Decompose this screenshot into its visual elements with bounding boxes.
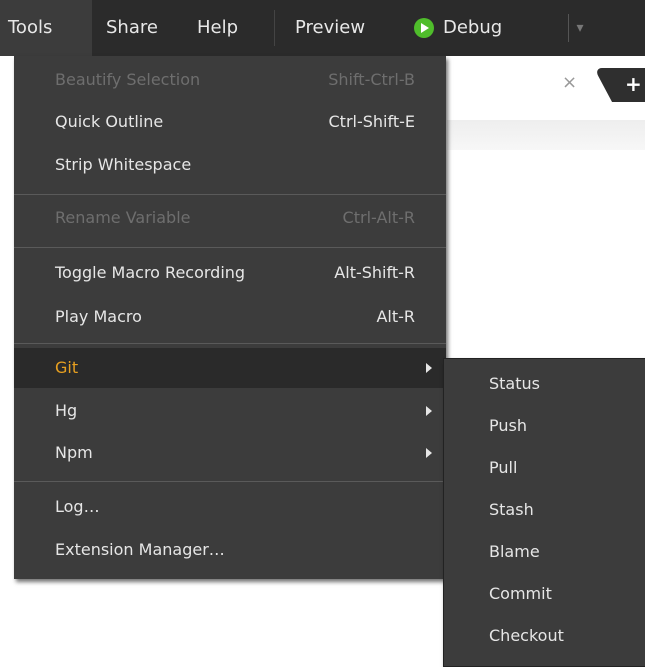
menu-item-npm[interactable]: Npm <box>14 433 446 473</box>
menu-tools[interactable]: Tools <box>0 0 92 56</box>
menu-item-label: Rename Variable <box>55 208 191 227</box>
menu-separator <box>14 343 446 344</box>
submenu-arrow-icon <box>426 363 432 373</box>
menu-item-shortcut: Ctrl-Shift-E <box>328 112 416 131</box>
menu-separator <box>14 247 446 248</box>
menu-item-label: Strip Whitespace <box>55 155 192 174</box>
menu-debug[interactable]: Debug <box>443 0 502 56</box>
menu-item-shortcut: Ctrl-Alt-R <box>342 208 415 227</box>
menu-item-hg[interactable]: Hg <box>14 391 446 431</box>
chevron-down-icon[interactable]: ▾ <box>568 14 591 42</box>
menu-item-label: Quick Outline <box>55 112 164 131</box>
menu-item-beautify-selection[interactable]: Beautify Selection Shift-Ctrl-B <box>14 60 446 100</box>
menu-item-label: Beautify Selection <box>55 70 201 89</box>
menu-separator <box>14 194 446 195</box>
menubar-divider <box>274 10 275 46</box>
git-item-commit[interactable]: Commit <box>444 573 644 615</box>
menu-share[interactable]: Share <box>106 0 158 56</box>
menu-item-git[interactable]: Git <box>14 348 446 388</box>
menu-item-label: Stash <box>489 500 534 519</box>
menu-item-quick-outline[interactable]: Quick Outline Ctrl-Shift-E <box>14 102 446 142</box>
tools-menu: Beautify Selection Shift-Ctrl-B Quick Ou… <box>14 56 446 579</box>
git-item-status[interactable]: Status <box>444 363 644 405</box>
menu-separator <box>14 481 446 482</box>
menu-item-extension-manager[interactable]: Extension Manager… <box>14 530 446 570</box>
menu-item-rename-variable[interactable]: Rename Variable Ctrl-Alt-R <box>14 198 446 238</box>
menu-item-label: Push <box>489 416 527 435</box>
git-item-checkout[interactable]: Checkout <box>444 615 644 657</box>
menubar: Tools Share Help Preview Debug ▾ <box>0 0 645 56</box>
menu-preview[interactable]: Preview <box>295 0 365 56</box>
submenu-arrow-icon <box>426 406 432 416</box>
menu-item-label: Commit <box>489 584 552 603</box>
menu-item-label: Hg <box>55 401 78 420</box>
menu-item-label: Log… <box>55 497 100 516</box>
git-item-stash[interactable]: Stash <box>444 489 644 531</box>
close-tab-icon[interactable]: × <box>562 72 577 93</box>
menu-item-label: Status <box>489 374 540 393</box>
git-item-blame[interactable]: Blame <box>444 531 644 573</box>
git-item-pull[interactable]: Pull <box>444 447 644 489</box>
menu-item-label: Git <box>55 358 79 377</box>
menu-item-shortcut: Alt-Shift-R <box>334 263 415 282</box>
menu-tools-label: Tools <box>8 17 53 38</box>
menu-item-label: Pull <box>489 458 518 477</box>
debug-play-icon[interactable] <box>414 18 434 38</box>
menu-item-shortcut: Alt-R <box>376 307 415 326</box>
submenu-arrow-icon <box>426 448 432 458</box>
menu-item-log[interactable]: Log… <box>14 487 446 527</box>
menu-item-label: Blame <box>489 542 540 561</box>
menu-item-toggle-macro-recording[interactable]: Toggle Macro Recording Alt-Shift-R <box>14 253 446 293</box>
menu-help[interactable]: Help <box>197 0 238 56</box>
menu-item-label: Checkout <box>489 626 564 645</box>
menu-item-label: Toggle Macro Recording <box>55 263 246 282</box>
menu-item-strip-whitespace[interactable]: Strip Whitespace <box>14 145 446 185</box>
git-submenu: Status Push Pull Stash Blame Commit Chec… <box>443 358 645 667</box>
menu-item-label: Npm <box>55 443 93 462</box>
menu-item-label: Extension Manager… <box>55 540 225 559</box>
menu-item-shortcut: Shift-Ctrl-B <box>328 70 415 89</box>
menu-item-label: Play Macro <box>55 307 142 326</box>
git-item-push[interactable]: Push <box>444 405 644 447</box>
menu-item-play-macro[interactable]: Play Macro Alt-R <box>14 297 446 337</box>
plus-icon[interactable]: + <box>625 72 642 96</box>
tab-content-header <box>447 120 645 150</box>
